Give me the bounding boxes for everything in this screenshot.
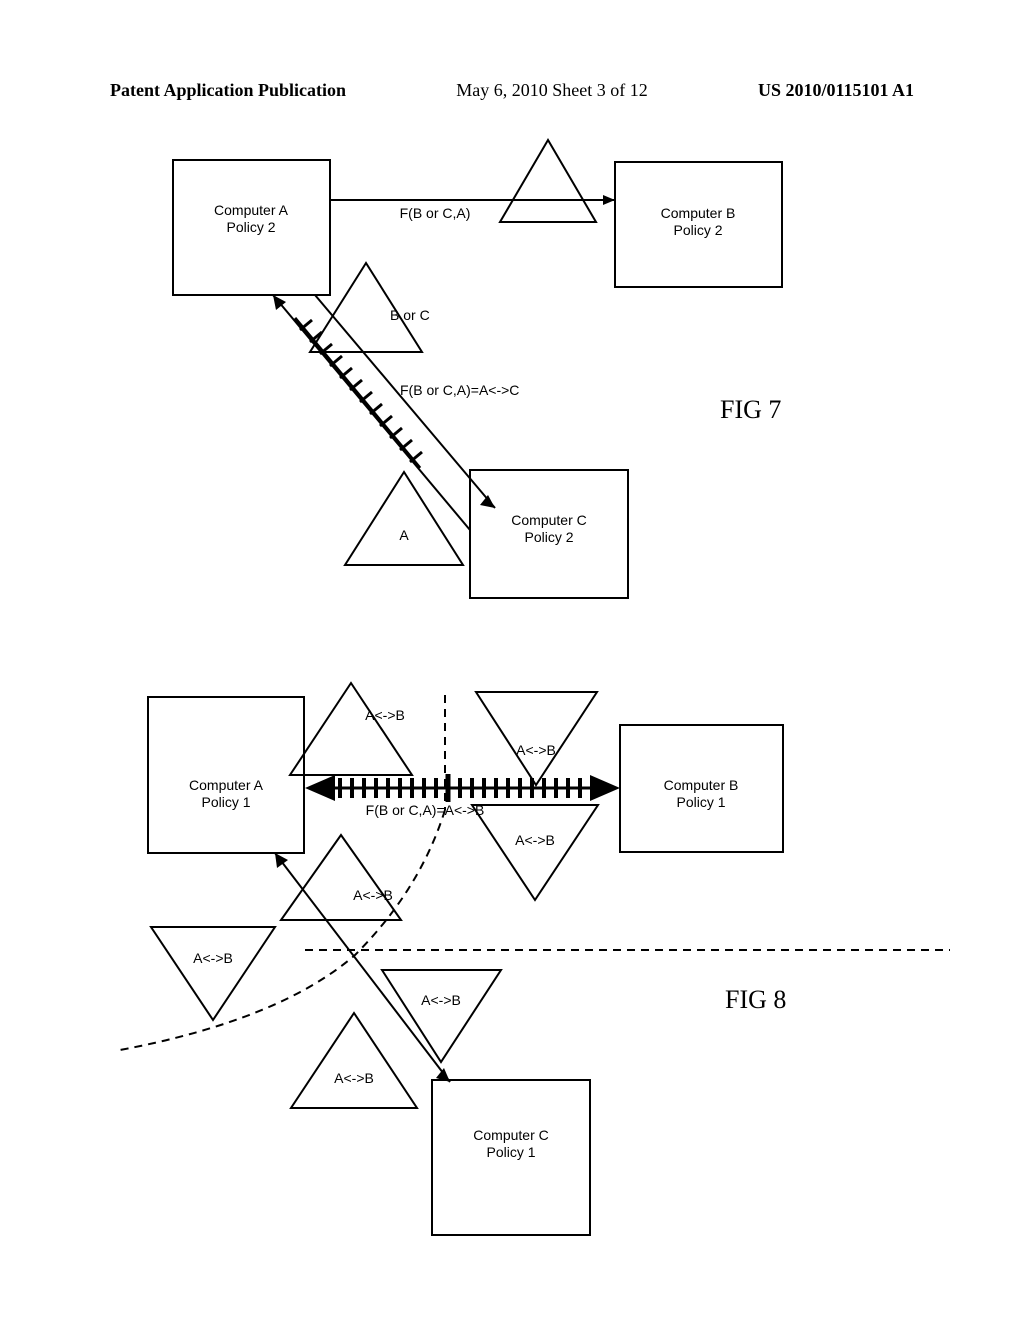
fig8-triangle-down-left bbox=[151, 927, 275, 1020]
fig8-computer-b-line2: Policy 1 bbox=[676, 794, 725, 810]
fig8-label: FIG 8 bbox=[725, 985, 786, 1015]
fig8-computer-b-line1: Computer B bbox=[664, 777, 739, 793]
diagram-svg: Computer A Policy 2 Computer B Policy 2 … bbox=[0, 0, 1024, 1320]
fig8-triangle-down-left-label: A<->B bbox=[193, 950, 233, 966]
fig8-edge-ab-hatched bbox=[305, 774, 620, 802]
fig8-triangle-down-b-upper bbox=[476, 692, 597, 785]
fig7-triangle-borc-label: B or C bbox=[390, 307, 430, 323]
fig8-computer-a-box bbox=[148, 697, 304, 853]
fig8-triangle-down-mid-label: A<->B bbox=[421, 992, 461, 1008]
fig7-arrowhead-ab bbox=[603, 195, 615, 205]
fig7-computer-a-line2: Policy 2 bbox=[226, 219, 275, 235]
fig7-computer-b-line2: Policy 2 bbox=[673, 222, 722, 238]
fig7-edge-ac-2 bbox=[315, 295, 495, 508]
fig8-triangle-up-ac-a bbox=[281, 835, 401, 920]
fig8-triangle-up-a-label: A<->B bbox=[365, 707, 405, 723]
fig8-edge-ab-label: F(B or C,A)=A<->B bbox=[366, 802, 485, 818]
fig7-computer-b-line1: Computer B bbox=[661, 205, 736, 221]
fig8-triangle-up-a bbox=[290, 683, 412, 775]
fig8-triangle-up-c-label: A<->B bbox=[334, 1070, 374, 1086]
fig8-triangle-down-b-lower bbox=[472, 805, 598, 900]
fig8-computer-c-line2: Policy 1 bbox=[486, 1144, 535, 1160]
fig7-computer-c-line2: Policy 2 bbox=[524, 529, 573, 545]
diagrams: Computer A Policy 2 Computer B Policy 2 … bbox=[0, 0, 1024, 1320]
fig7-arrowhead-ac-2 bbox=[480, 495, 495, 508]
fig7-computer-c-line1: Computer C bbox=[511, 512, 586, 528]
fig8-computer-a-line1: Computer A bbox=[189, 777, 264, 793]
fig7-edge-ab-label: F(B or C,A) bbox=[400, 205, 471, 221]
fig8-arrowhead-ac-top bbox=[275, 853, 288, 868]
fig7-triangle-a bbox=[345, 472, 463, 565]
fig8-triangle-down-b-lower-label: A<->B bbox=[515, 832, 555, 848]
fig8-computer-a-line2: Policy 1 bbox=[201, 794, 250, 810]
fig8-computer-c-line1: Computer C bbox=[473, 1127, 548, 1143]
fig7-triangle-ab bbox=[500, 140, 596, 222]
fig7-computer-a-line1: Computer A bbox=[214, 202, 289, 218]
fig7-triangle-a-label: A bbox=[399, 527, 409, 543]
fig7-label: FIG 7 bbox=[720, 395, 781, 425]
fig8-triangle-down-b-upper-label: A<->B bbox=[516, 742, 556, 758]
fig8-triangle-up-c bbox=[291, 1013, 417, 1108]
fig8-triangle-up-ac-a-label: A<->B bbox=[353, 887, 393, 903]
fig8-dashed-curve bbox=[120, 810, 445, 1050]
fig7-edge-ac-label: F(B or C,A)=A<->C bbox=[400, 382, 519, 398]
